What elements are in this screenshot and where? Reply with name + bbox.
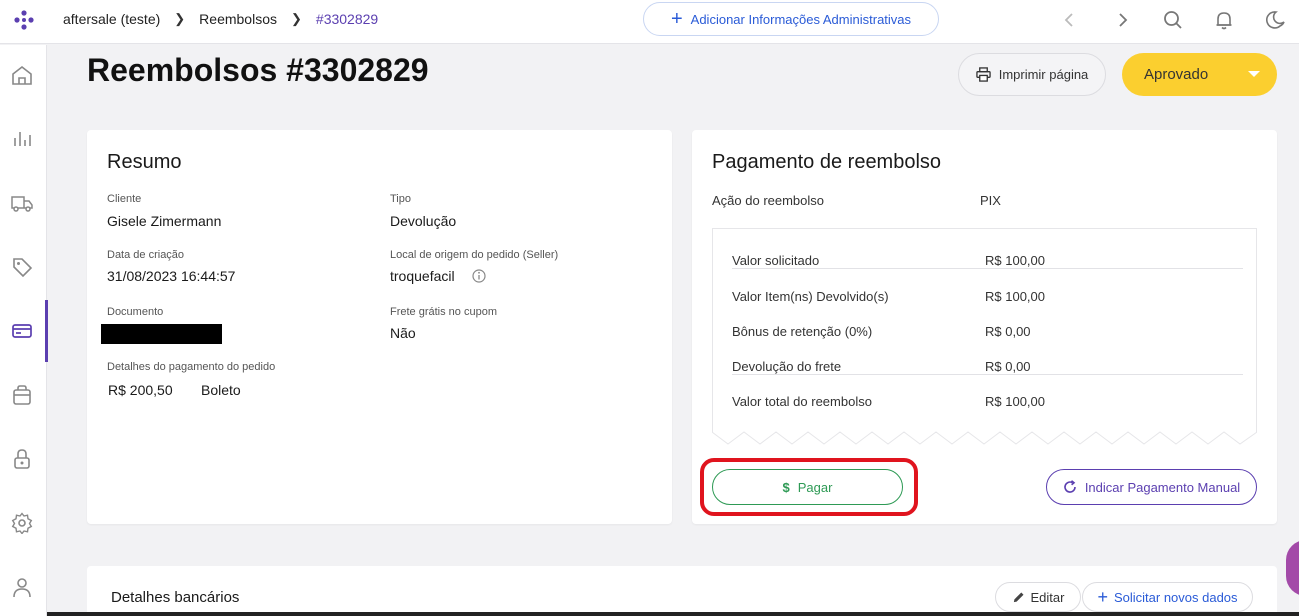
summary-row-label: Valor total do reembolso xyxy=(732,394,872,409)
edit-label: Editar xyxy=(1030,589,1065,605)
created-date-label: Data de criação xyxy=(107,249,185,261)
tag-icon[interactable] xyxy=(10,255,34,279)
caret-down-icon xyxy=(1248,71,1260,77)
highlight-annotation xyxy=(700,458,918,516)
client-value: Gisele Zimermann xyxy=(107,213,222,229)
status-label: Aprovado xyxy=(1144,66,1209,83)
summary-row: Devolução do frete R$ 0,00 xyxy=(732,340,1243,375)
summary-row-value: R$ 100,00 xyxy=(985,394,1045,409)
info-icon[interactable] xyxy=(472,269,486,283)
breadcrumb-item[interactable]: aftersale (teste) xyxy=(63,11,160,27)
request-new-data-label: Solicitar novos dados xyxy=(1113,589,1238,605)
order-origin-value: troquefacil xyxy=(390,268,455,284)
sidebar xyxy=(0,45,47,616)
user-icon[interactable] xyxy=(10,575,34,599)
top-bar: aftersale (teste) ❯ Reembolsos ❯ #330282… xyxy=(0,0,1299,44)
document-label: Documento xyxy=(107,306,164,318)
logo-icon[interactable] xyxy=(12,8,36,32)
payment-method: Boleto xyxy=(201,382,241,398)
breadcrumb: aftersale (teste) ❯ Reembolsos ❯ #330282… xyxy=(63,11,378,27)
add-admin-info-label: Adicionar Informações Administrativas xyxy=(690,11,912,27)
chart-icon[interactable] xyxy=(10,127,34,151)
bell-icon[interactable] xyxy=(1210,6,1238,34)
breadcrumb-current: #3302829 xyxy=(315,11,379,27)
gear-icon[interactable] xyxy=(10,511,34,535)
chevron-left-icon[interactable] xyxy=(1056,6,1084,34)
document-redacted xyxy=(101,324,222,344)
search-icon[interactable] xyxy=(1159,6,1187,34)
add-admin-info-button[interactable]: + Adicionar Informações Administrativas xyxy=(643,2,939,36)
request-new-data-button[interactable]: + Solicitar novos dados xyxy=(1082,582,1253,612)
summary-row-label: Bônus de retenção (0%) xyxy=(732,324,873,339)
print-page-button[interactable]: Imprimir página xyxy=(958,53,1106,96)
summary-row: Valor solicitado R$ 100,00 xyxy=(732,234,1243,269)
page-title: Reembolsos #3302829 xyxy=(87,52,429,88)
order-origin-label: Local de origem do pedido (Seller) xyxy=(390,249,559,261)
type-value: Devolução xyxy=(390,213,457,229)
client-label: Cliente xyxy=(107,193,142,205)
moon-icon[interactable] xyxy=(1262,6,1290,34)
breadcrumb-item[interactable]: Reembolsos xyxy=(199,11,277,27)
refund-action-value: PIX xyxy=(980,193,1001,208)
plus-icon: + xyxy=(1097,587,1108,607)
refresh-icon xyxy=(1064,480,1076,493)
manual-payment-label: Indicar Pagamento Manual xyxy=(1084,479,1241,495)
summary-row-value: R$ 0,00 xyxy=(985,359,1031,374)
bottom-strip xyxy=(47,612,1299,616)
payment-details-label: Detalhes do pagamento do pedido xyxy=(107,361,276,373)
refund-payment-title: Pagamento de reembolso xyxy=(712,151,942,173)
bank-details-title: Detalhes bancários xyxy=(111,589,240,606)
summary-row-value: R$ 100,00 xyxy=(985,289,1045,304)
edit-button[interactable]: Editar xyxy=(995,582,1081,612)
chevron-right-icon: ❯ xyxy=(174,11,186,26)
truck-icon[interactable] xyxy=(10,191,34,215)
floating-chat-button[interactable] xyxy=(1286,540,1299,596)
pencil-icon xyxy=(1013,591,1024,602)
summary-row-label: Devolução do frete xyxy=(732,359,842,374)
summary-total-row: Valor total do reembolso R$ 100,00 xyxy=(732,375,1243,410)
print-page-label: Imprimir página xyxy=(998,67,1089,82)
summary-row: Valor Item(ns) Devolvido(s) R$ 100,00 xyxy=(732,270,1243,305)
home-icon[interactable] xyxy=(10,63,34,87)
created-date-value: 31/08/2023 16:44:57 xyxy=(107,268,236,284)
sidebar-active-indicator xyxy=(45,300,48,362)
refund-summary-box: Valor solicitado R$ 100,00 Valor Item(ns… xyxy=(712,228,1257,446)
free-shipping-value: Não xyxy=(390,325,416,341)
summary-title: Resumo xyxy=(107,151,182,173)
manual-payment-button[interactable]: Indicar Pagamento Manual xyxy=(1046,469,1257,505)
lock-icon[interactable] xyxy=(10,447,34,471)
summary-row-label: Valor Item(ns) Devolvido(s) xyxy=(732,289,889,304)
receipt-edge xyxy=(712,431,1257,448)
summary-row-value: R$ 100,00 xyxy=(985,253,1045,268)
type-label: Tipo xyxy=(390,193,411,205)
chevron-right-icon[interactable] xyxy=(1108,6,1136,34)
payment-amount: R$ 200,50 xyxy=(108,382,173,398)
card-icon[interactable] xyxy=(10,319,34,343)
plus-icon: + xyxy=(670,8,683,30)
chevron-right-icon: ❯ xyxy=(291,11,302,26)
summary-row-value: R$ 0,00 xyxy=(985,324,1031,339)
summary-row: Bônus de retenção (0%) R$ 0,00 xyxy=(732,305,1243,340)
printer-icon xyxy=(975,67,991,82)
summary-row-label: Valor solicitado xyxy=(732,253,820,268)
refund-action-label: Ação do reembolso xyxy=(712,193,825,208)
status-dropdown[interactable]: Aprovado xyxy=(1122,53,1277,96)
free-shipping-label: Frete grátis no cupom xyxy=(390,306,497,318)
bag-icon[interactable] xyxy=(10,383,34,407)
